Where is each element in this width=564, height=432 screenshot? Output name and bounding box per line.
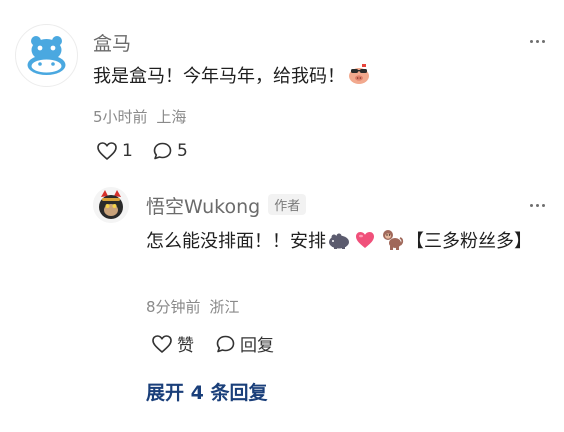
comment-text: 我是盒马！今年马年，给我码！ (93, 62, 543, 95)
reply-count: 5 (177, 141, 188, 161)
reply-meta: 8分钟前 浙江 (146, 296, 239, 317)
reply-author[interactable]: 悟空Wukong 作者 (146, 192, 307, 219)
pig-sunglasses-emoji (347, 62, 371, 95)
heart-emoji (354, 229, 376, 260)
more-options-icon[interactable] (530, 204, 545, 207)
author-badge: 作者 (268, 194, 307, 215)
heart-outline-icon (152, 334, 172, 353)
more-options-icon[interactable] (530, 40, 545, 43)
comment-meta: 5小时前 上海 (93, 106, 186, 127)
reply-button[interactable]: 回复 (215, 331, 274, 356)
like-button[interactable]: 1 (96, 141, 133, 161)
like-count: 1 (122, 141, 133, 161)
expand-replies-link[interactable]: 展开 4 条回复 (146, 378, 267, 405)
comment-author[interactable]: 盒马 (93, 29, 131, 56)
avatar[interactable] (93, 187, 129, 223)
hippo-avatar-icon (27, 36, 66, 75)
hippo-emoji (328, 229, 350, 260)
reply-text-part2: 【三多粉丝多】 (406, 231, 532, 252)
comment-item: 盒马 我是盒马！今年马年，给我码！ 5小时前 上海 1 5 (0, 0, 564, 180)
heart-outline-icon (97, 142, 117, 160)
comment-text-body: 我是盒马！今年马年，给我码！ (93, 66, 345, 87)
reply-label: 回复 (240, 336, 274, 356)
like-button[interactable]: 赞 (151, 331, 194, 356)
comment-location: 上海 (156, 108, 187, 126)
monkey-emoji (380, 227, 404, 260)
like-label: 赞 (177, 336, 194, 356)
reply-text: 怎么能没排面！！安排 【三多粉丝多】 (146, 227, 556, 260)
reply-text-part1: 怎么能没排面！！安排 (146, 231, 326, 252)
comment-bubble-icon (153, 142, 172, 160)
wukong-avatar-icon (93, 187, 129, 223)
comment-time: 5小时前 (93, 108, 148, 126)
avatar[interactable] (15, 24, 78, 87)
reply-item: 悟空Wukong 作者 怎么能没排面！！安排 【三多粉丝多】 8分钟前 浙江 赞… (0, 180, 564, 380)
reply-location: 浙江 (209, 298, 240, 316)
reply-author-name: 悟空Wukong (146, 196, 261, 218)
reply-button[interactable]: 5 (152, 141, 188, 161)
reply-time: 8分钟前 (146, 298, 201, 316)
comment-bubble-icon (216, 335, 235, 352)
